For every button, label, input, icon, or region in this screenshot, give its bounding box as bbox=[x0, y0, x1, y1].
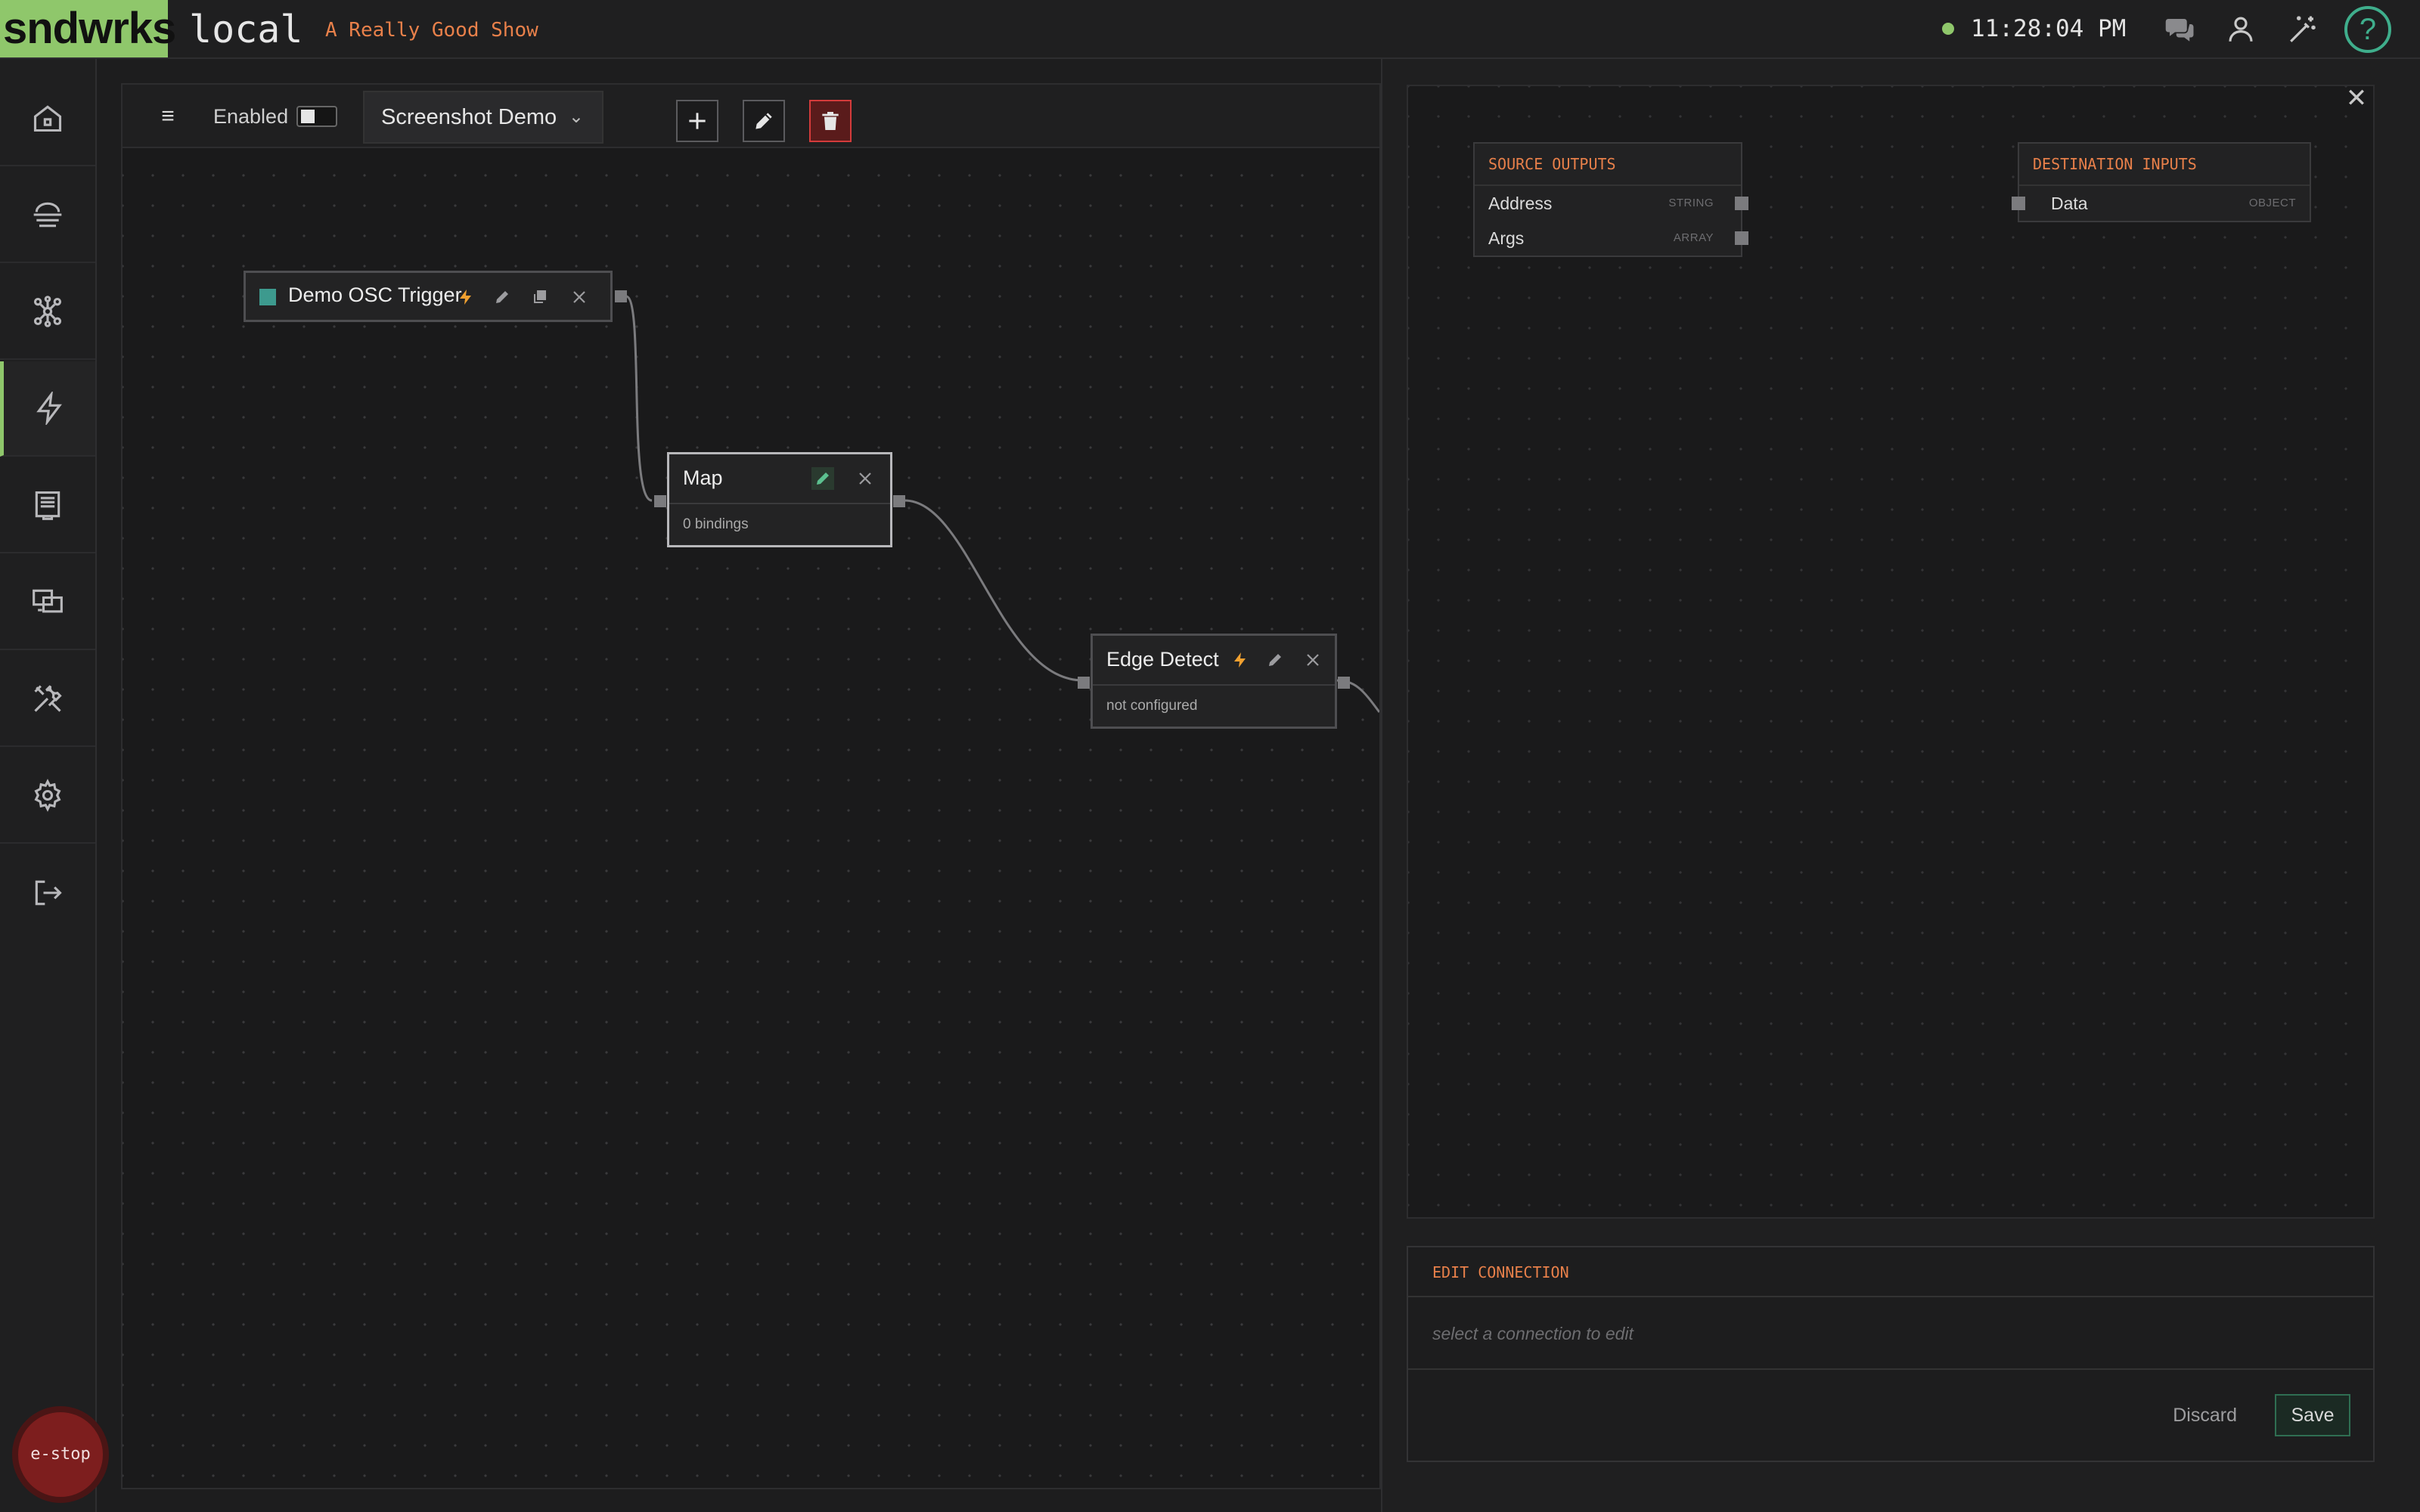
trigger-color-swatch bbox=[259, 289, 276, 305]
node-title: Edge Detect bbox=[1106, 648, 1219, 671]
node-demo-osc-trigger[interactable]: Demo OSC Trigger bbox=[244, 271, 627, 322]
edit-connection-section: EDIT CONNECTION select a connection to e… bbox=[1407, 1246, 2375, 1462]
flow-editor-canvas[interactable]: ≡ Enabled Screenshot Demo ⌄ Demo OSC Tri… bbox=[121, 83, 1381, 1489]
output-type: STRING bbox=[1668, 197, 1714, 209]
node-edge-detect[interactable]: Edge Detect not configured bbox=[1078, 634, 1350, 729]
save-button[interactable]: Save bbox=[2275, 1394, 2350, 1436]
nodes-icon bbox=[33, 296, 62, 327]
sidebar-item-nodes[interactable] bbox=[0, 265, 95, 360]
connection-trigger-to-map[interactable] bbox=[625, 295, 653, 502]
app-logo[interactable]: sndwrks bbox=[0, 0, 176, 57]
lightning-icon bbox=[36, 392, 62, 425]
input-port[interactable] bbox=[2012, 197, 2025, 210]
source-outputs-box: SOURCE OUTPUTS Address STRING Args ARRAY bbox=[1473, 142, 1748, 257]
input-label: Data bbox=[2051, 194, 2088, 213]
map-editor-panel: SOURCE OUTPUTS Address STRING Args ARRAY… bbox=[1381, 59, 2420, 1512]
node-title: Map bbox=[683, 466, 723, 489]
logout-icon bbox=[35, 880, 62, 906]
home-icon bbox=[33, 105, 62, 132]
connection-map-to-edge[interactable] bbox=[904, 499, 1084, 682]
node-title: Demo OSC Trigger bbox=[288, 284, 462, 306]
output-port[interactable] bbox=[893, 495, 905, 507]
sidebar-item-logout[interactable] bbox=[0, 845, 95, 940]
source-output-args[interactable]: Args ARRAY bbox=[1475, 221, 1748, 256]
edit-icon[interactable] bbox=[491, 286, 513, 308]
lightning-icon[interactable] bbox=[455, 286, 477, 308]
panel-icon bbox=[35, 491, 60, 520]
estop-button[interactable]: e-stop bbox=[12, 1406, 109, 1503]
close-icon[interactable]: ✕ bbox=[2341, 83, 2372, 113]
show-name: A Really Good Show bbox=[325, 19, 538, 42]
close-icon[interactable] bbox=[568, 286, 591, 308]
mapping-canvas[interactable]: SOURCE OUTPUTS Address STRING Args ARRAY… bbox=[1407, 85, 2375, 1219]
output-port[interactable] bbox=[615, 290, 627, 302]
sidebar-item-home[interactable] bbox=[0, 71, 95, 166]
top-bar: sndwrks local A Really Good Show 11:28:0… bbox=[0, 0, 2420, 59]
sidebar-item-settings[interactable] bbox=[0, 748, 95, 844]
source-output-address[interactable]: Address STRING bbox=[1475, 186, 1748, 221]
input-type: OBJECT bbox=[2248, 197, 2296, 209]
chat-icon[interactable] bbox=[2161, 11, 2199, 48]
output-type: ARRAY bbox=[1673, 231, 1714, 244]
screens-icon bbox=[33, 589, 63, 613]
duplicate-icon[interactable] bbox=[529, 286, 551, 308]
node-subtitle: 0 bindings bbox=[683, 516, 749, 532]
network-icon bbox=[33, 202, 62, 228]
source-outputs-heading: SOURCE OUTPUTS bbox=[1475, 144, 1741, 186]
edit-icon[interactable] bbox=[811, 467, 834, 490]
sidebar-item-network[interactable] bbox=[0, 168, 95, 263]
node-map[interactable]: Map 0 bindings bbox=[654, 452, 905, 547]
output-label: Address bbox=[1488, 194, 1553, 213]
input-port[interactable] bbox=[654, 495, 666, 507]
input-port[interactable] bbox=[1078, 677, 1090, 689]
sidebar-item-screens[interactable] bbox=[0, 555, 95, 650]
output-port[interactable] bbox=[1338, 677, 1350, 689]
sidebar-item-panel[interactable] bbox=[0, 458, 95, 553]
destination-inputs-box: DESTINATION INPUTS Data OBJECT bbox=[2012, 142, 2311, 222]
user-icon[interactable] bbox=[2222, 11, 2260, 48]
clock: 11:28:04 PM bbox=[1971, 15, 2127, 42]
close-icon[interactable] bbox=[854, 467, 876, 490]
close-icon[interactable] bbox=[1302, 649, 1324, 671]
lightning-icon[interactable] bbox=[1229, 649, 1252, 671]
sidebar-item-triggers[interactable] bbox=[0, 361, 95, 457]
sidebar: e-stop bbox=[0, 59, 109, 1512]
destination-input-data[interactable]: Data OBJECT bbox=[2012, 186, 2310, 221]
output-label: Args bbox=[1488, 228, 1525, 248]
edit-icon[interactable] bbox=[1264, 649, 1286, 671]
gear-icon bbox=[34, 779, 61, 812]
output-port[interactable] bbox=[1735, 197, 1748, 210]
discard-button[interactable]: Discard bbox=[2173, 1394, 2237, 1436]
edit-connection-heading: EDIT CONNECTION bbox=[1408, 1247, 2373, 1297]
tools-icon bbox=[34, 685, 62, 712]
help-button[interactable]: ? bbox=[2344, 6, 2391, 53]
host-name: local bbox=[189, 8, 303, 51]
destination-inputs-heading: DESTINATION INPUTS bbox=[2019, 144, 2310, 186]
node-subtitle: not configured bbox=[1106, 698, 1198, 714]
output-port[interactable] bbox=[1735, 231, 1748, 245]
sidebar-item-tools[interactable] bbox=[0, 652, 95, 747]
edit-connection-hint: select a connection to edit bbox=[1408, 1297, 2373, 1370]
connection-status-indicator bbox=[1942, 23, 1954, 35]
magic-wand-icon[interactable] bbox=[2284, 11, 2322, 48]
